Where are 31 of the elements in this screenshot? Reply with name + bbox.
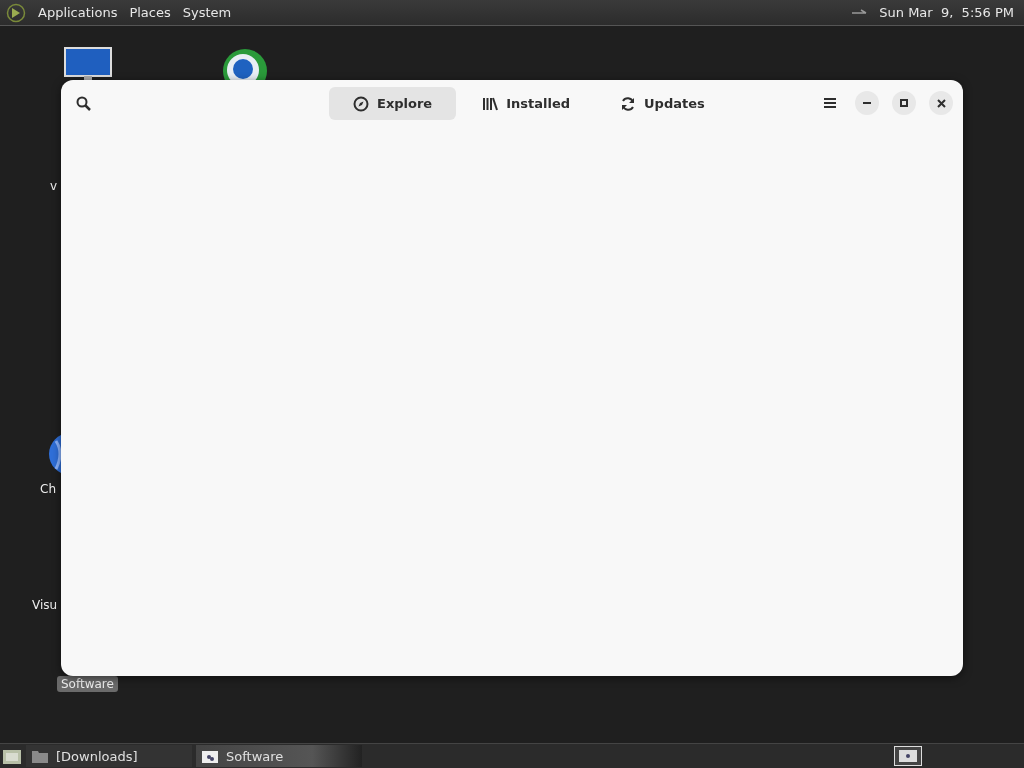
desktop-icon-label[interactable]: Ch	[40, 481, 56, 497]
desktop-icon-label[interactable]: Visu	[32, 597, 58, 613]
workspace-button[interactable]	[894, 746, 922, 766]
library-icon	[482, 96, 499, 111]
show-desktop-icon[interactable]	[2, 747, 22, 765]
bag-icon	[202, 749, 218, 763]
maximize-button[interactable]	[892, 91, 916, 115]
tab[interactable]: Explore	[329, 87, 457, 120]
taskbar-button[interactable]: [Downloads]	[26, 745, 192, 767]
menu-icon	[824, 98, 836, 108]
refresh-icon	[620, 95, 637, 112]
search-icon	[75, 95, 91, 111]
workspace-icon	[899, 750, 917, 762]
maximize-icon	[900, 99, 908, 107]
close-button[interactable]	[929, 91, 953, 115]
compass-icon	[353, 95, 369, 112]
tab[interactable]: Installed	[458, 87, 595, 120]
minimize-button[interactable]	[855, 91, 879, 115]
desktop-icon-label[interactable]: Software	[57, 676, 118, 692]
close-icon	[936, 98, 946, 108]
monitor-icon[interactable]	[64, 47, 112, 83]
menu-item[interactable]: System	[182, 5, 232, 20]
folder-icon	[32, 749, 48, 763]
menu-item[interactable]: Applications	[38, 5, 118, 20]
menu-item[interactable]: Places	[129, 5, 171, 20]
tab[interactable]: Updates	[596, 87, 729, 120]
clock[interactable]: Sun Mar 9, 5:56 PM	[879, 5, 1018, 20]
desktop-icon-label[interactable]: v	[50, 178, 58, 194]
logo-icon[interactable]	[6, 2, 26, 23]
taskbar-button[interactable]: Software	[196, 745, 362, 767]
minimize-icon	[863, 102, 871, 104]
